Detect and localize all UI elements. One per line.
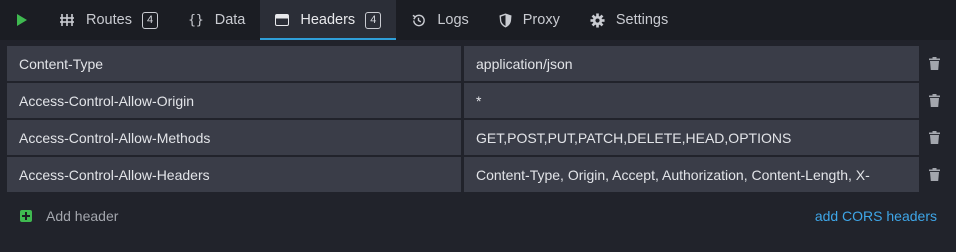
tab-label: Routes	[86, 12, 132, 28]
delete-header-button[interactable]	[919, 120, 949, 155]
trash-icon	[928, 168, 940, 181]
header-key-input[interactable]: Access-Control-Allow-Methods	[7, 120, 461, 155]
header-value-input[interactable]: GET,POST,PUT,PATCH,DELETE,HEAD,OPTIONS	[464, 120, 919, 155]
headers-icon	[275, 14, 290, 26]
delete-header-button[interactable]	[919, 83, 949, 118]
count-badge: 4	[141, 11, 159, 29]
tab-proxy[interactable]: Proxy	[484, 0, 575, 40]
run-button[interactable]	[0, 0, 44, 40]
shield-icon	[499, 13, 512, 28]
plus-icon	[20, 210, 32, 222]
history-icon	[411, 13, 426, 28]
delete-header-button[interactable]	[919, 46, 949, 81]
tab-label: Data	[214, 12, 246, 28]
tab-data[interactable]: {} Data	[173, 0, 260, 40]
header-key-input[interactable]: Access-Control-Allow-Origin	[7, 83, 461, 118]
tab-label: Settings	[615, 12, 669, 28]
tab-logs[interactable]: Logs	[396, 0, 483, 40]
header-row: Access-Control-Allow-Methods GET,POST,PU…	[7, 120, 949, 155]
count-badge: 4	[365, 11, 382, 29]
tab-headers[interactable]: Headers 4	[260, 0, 397, 40]
play-icon	[17, 14, 27, 26]
tab-label: Headers	[300, 12, 356, 28]
header-key-input[interactable]: Access-Control-Allow-Headers	[7, 157, 461, 192]
delete-header-button[interactable]	[919, 157, 949, 192]
trash-icon	[928, 57, 940, 70]
headers-list: Content-Type application/json Access-Con…	[7, 46, 949, 194]
tab-routes[interactable]: Routes 4	[44, 0, 173, 40]
tab-settings[interactable]: Settings	[575, 0, 683, 40]
add-header-label: Add header	[46, 208, 119, 224]
header-row: Access-Control-Allow-Headers Content-Typ…	[7, 157, 949, 192]
header-row: Content-Type application/json	[7, 46, 949, 81]
header-value-input[interactable]: Content-Type, Origin, Accept, Authorizat…	[464, 157, 919, 192]
trash-icon	[928, 94, 940, 107]
gear-icon	[590, 12, 605, 28]
tab-bar: Routes 4 {} Data Headers 4 Logs Proxy Se…	[0, 0, 956, 40]
add-header-button[interactable]: Add header	[20, 206, 118, 226]
trash-icon	[928, 131, 940, 144]
routes-icon	[59, 13, 75, 27]
header-value-input[interactable]: *	[464, 83, 919, 118]
tab-label: Proxy	[522, 12, 560, 28]
tab-label: Logs	[437, 12, 469, 28]
braces-icon: {}	[188, 12, 204, 28]
header-row: Access-Control-Allow-Origin *	[7, 83, 949, 118]
header-value-input[interactable]: application/json	[464, 46, 919, 81]
add-cors-headers-link[interactable]: add CORS headers	[815, 206, 937, 226]
header-key-input[interactable]: Content-Type	[7, 46, 461, 81]
